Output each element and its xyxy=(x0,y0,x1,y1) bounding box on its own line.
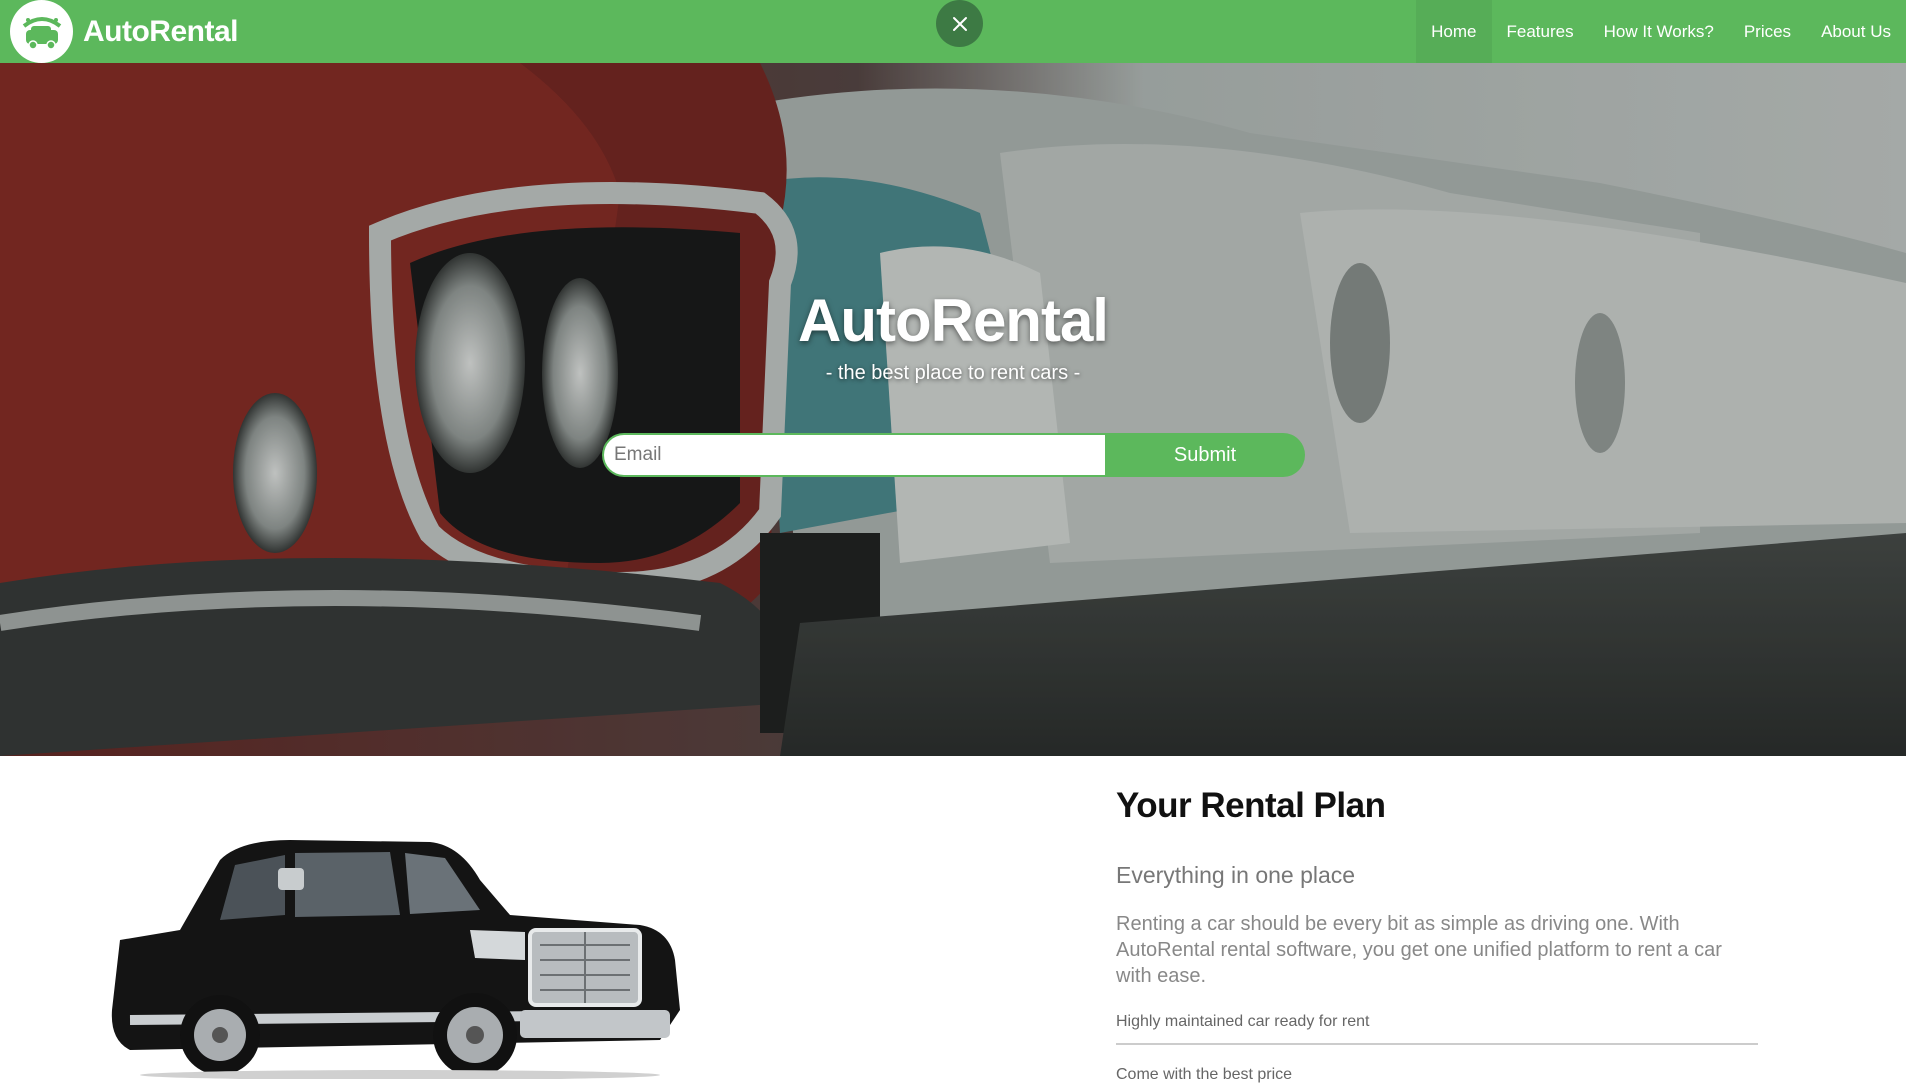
feature-divider xyxy=(1116,1043,1758,1045)
nav-menu: Home Features How It Works? Prices About… xyxy=(1416,0,1906,63)
top-navbar: AutoRental Home Features How It Works? P… xyxy=(0,0,1906,63)
hero-background-image xyxy=(0,63,1906,756)
brand-logo[interactable]: AutoRental xyxy=(10,0,239,63)
nav-item-about-us[interactable]: About Us xyxy=(1806,0,1906,63)
hero-title: AutoRental xyxy=(798,287,1109,354)
email-input[interactable] xyxy=(602,433,1105,477)
hero-section: AutoRental - the best place to rent cars… xyxy=(0,63,1906,756)
feature-item: Come with the best price xyxy=(1116,1066,1293,1083)
nav-item-how-it-works[interactable]: How It Works? xyxy=(1589,0,1729,63)
rental-plan-title: Your Rental Plan xyxy=(1116,786,1386,825)
rental-plan-subtitle: Everything in one place xyxy=(1116,862,1356,888)
feature-item: Highly maintained car ready for rent xyxy=(1116,1013,1370,1030)
rental-plan-description: Renting a car should be every bit as sim… xyxy=(1116,913,1722,987)
submit-button[interactable]: Submit xyxy=(1105,433,1305,477)
nav-item-features[interactable]: Features xyxy=(1492,0,1589,63)
email-signup-form: Submit xyxy=(602,433,1305,477)
pickup-truck-image xyxy=(111,840,681,1079)
car-wash-logo-icon xyxy=(10,0,73,63)
close-button[interactable] xyxy=(936,0,983,47)
hero-subtitle: - the best place to rent cars - xyxy=(825,362,1081,384)
nav-item-prices[interactable]: Prices xyxy=(1729,0,1806,63)
nav-item-home[interactable]: Home xyxy=(1416,0,1492,63)
brand-name: AutoRental xyxy=(83,14,239,48)
close-icon xyxy=(952,16,967,31)
